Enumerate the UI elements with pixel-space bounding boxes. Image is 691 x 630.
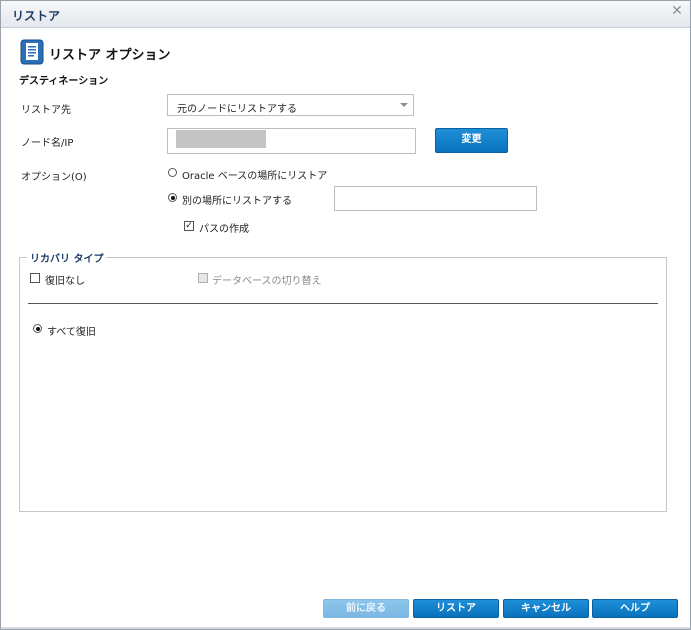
alternate-location-label: 別の場所にリストアする bbox=[182, 196, 292, 207]
recovery-type-group bbox=[19, 257, 667, 512]
destination-heading: デスティネーション bbox=[19, 76, 109, 87]
create-path-label: パスの作成 bbox=[199, 224, 249, 235]
cancel-button[interactable]: キャンセル bbox=[503, 599, 589, 618]
restore-to-select[interactable]: 元のノードにリストアする bbox=[167, 94, 414, 116]
switch-db-checkbox[interactable] bbox=[198, 273, 208, 283]
no-recovery-checkbox[interactable] bbox=[30, 273, 40, 283]
no-recovery-label: 復旧なし bbox=[45, 276, 85, 287]
page-title: リストア オプション bbox=[49, 48, 171, 63]
alternate-location-radio[interactable] bbox=[168, 193, 177, 202]
node-label: ノード名/IP bbox=[21, 138, 74, 149]
redacted-value bbox=[176, 130, 266, 148]
node-input[interactable] bbox=[167, 128, 416, 154]
recovery-type-legend: リカバリ タイプ bbox=[27, 250, 107, 265]
restore-to-label: リストア先 bbox=[21, 105, 71, 116]
title-bar[interactable]: リストア ✕ bbox=[1, 1, 690, 28]
options-label: オプション(O) bbox=[21, 172, 87, 183]
create-path-checkbox[interactable]: ✓ bbox=[184, 221, 194, 231]
document-icon bbox=[20, 39, 44, 65]
chevron-down-icon bbox=[400, 103, 408, 107]
divider bbox=[28, 303, 658, 304]
switch-db-label: データベースの切り替え bbox=[212, 276, 322, 287]
oracle-base-label: Oracle ベースの場所にリストア bbox=[182, 171, 328, 182]
back-button[interactable]: 前に戻る bbox=[323, 599, 409, 618]
recover-all-radio[interactable] bbox=[33, 324, 42, 333]
footer-border bbox=[1, 627, 690, 629]
recover-all-label: すべて復旧 bbox=[47, 327, 96, 338]
close-icon[interactable]: ✕ bbox=[670, 4, 684, 18]
restore-dialog: リストア ✕ リストア オプション デスティネーション リストア先 元のノードに… bbox=[0, 0, 691, 630]
restore-to-value: 元のノードにリストアする bbox=[177, 104, 297, 115]
change-button[interactable]: 変更 bbox=[435, 128, 508, 153]
oracle-base-radio[interactable] bbox=[168, 168, 177, 177]
help-button[interactable]: ヘルプ bbox=[592, 599, 678, 618]
window-title: リストア bbox=[12, 9, 61, 23]
alternate-path-input[interactable] bbox=[334, 186, 537, 211]
restore-button[interactable]: リストア bbox=[413, 599, 499, 618]
